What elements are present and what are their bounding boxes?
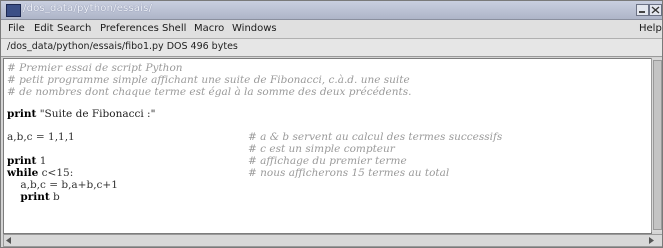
menu-file[interactable]: File xyxy=(8,23,25,34)
close-icon xyxy=(651,6,660,14)
vertical-scrollbar[interactable] xyxy=(651,58,662,232)
inline-comment: # nous afficherons 15 termes au total xyxy=(248,167,450,179)
file-status-bar: /dos_data/python/essais/fibo1.py DOS 496… xyxy=(1,39,662,57)
inline-comment: # a & b servent au calcul des termes suc… xyxy=(248,131,503,143)
horizontal-scrollbar[interactable] xyxy=(3,234,662,247)
close-button[interactable] xyxy=(649,4,662,16)
code-line-print-b: print b xyxy=(7,191,60,203)
file-path-label: /dos_data/python/essais/fibo1.py DOS 496… xyxy=(7,41,238,52)
keyword-print: print xyxy=(7,155,37,167)
menu-search[interactable]: Search xyxy=(57,23,91,34)
editor-window: /dos_data/python/essais/ File Edit Searc… xyxy=(0,0,663,248)
scroll-right-arrow-icon[interactable] xyxy=(649,237,655,244)
vertical-scroll-thumb[interactable] xyxy=(653,60,662,230)
window-title: /dos_data/python/essais/ xyxy=(23,3,153,14)
code-line-print-title: print "Suite de Fibonacci :" xyxy=(7,108,155,120)
code-comment-line: # de nombres dont chaque terme est égal … xyxy=(7,86,412,98)
code-line-assign: a,b,c = 1,1,1 xyxy=(7,131,75,143)
code-value: 1 xyxy=(36,155,47,167)
inline-comment: # affichage du premier terme xyxy=(248,155,407,167)
code-line-print-one: print 1 xyxy=(7,155,46,167)
menu-preferences[interactable]: Preferences xyxy=(100,23,159,34)
app-icon xyxy=(6,4,21,17)
code-comment-line: # petit programme simple affichant une s… xyxy=(7,74,410,86)
keyword-while: while xyxy=(7,167,39,179)
keyword-print: print xyxy=(20,191,50,203)
menu-shell[interactable]: Shell xyxy=(162,23,186,34)
string-literal: "Suite de Fibonacci :" xyxy=(36,108,156,120)
scroll-left-arrow-icon[interactable] xyxy=(6,237,12,244)
menu-macro[interactable]: Macro xyxy=(194,23,224,34)
code-editor[interactable]: # Premier essai de script Python # petit… xyxy=(3,58,652,234)
while-condition: c<15: xyxy=(38,167,74,179)
title-bar[interactable]: /dos_data/python/essais/ xyxy=(1,1,662,20)
inline-comment: # c est un simple compteur xyxy=(248,143,395,155)
keyword-print: print xyxy=(7,108,37,120)
menu-help[interactable]: Help xyxy=(639,23,662,34)
minimize-button[interactable] xyxy=(636,4,649,16)
code-value: b xyxy=(49,191,60,203)
code-line-assign-loop: a,b,c = b,a+b,c+1 xyxy=(7,179,118,191)
menu-edit[interactable]: Edit xyxy=(34,23,53,34)
code-comment-line: # Premier essai de script Python xyxy=(7,62,183,74)
menu-bar: File Edit Search Preferences Shell Macro… xyxy=(1,20,662,39)
menu-windows[interactable]: Windows xyxy=(232,23,277,34)
code-line-while: while c<15: xyxy=(7,167,73,179)
